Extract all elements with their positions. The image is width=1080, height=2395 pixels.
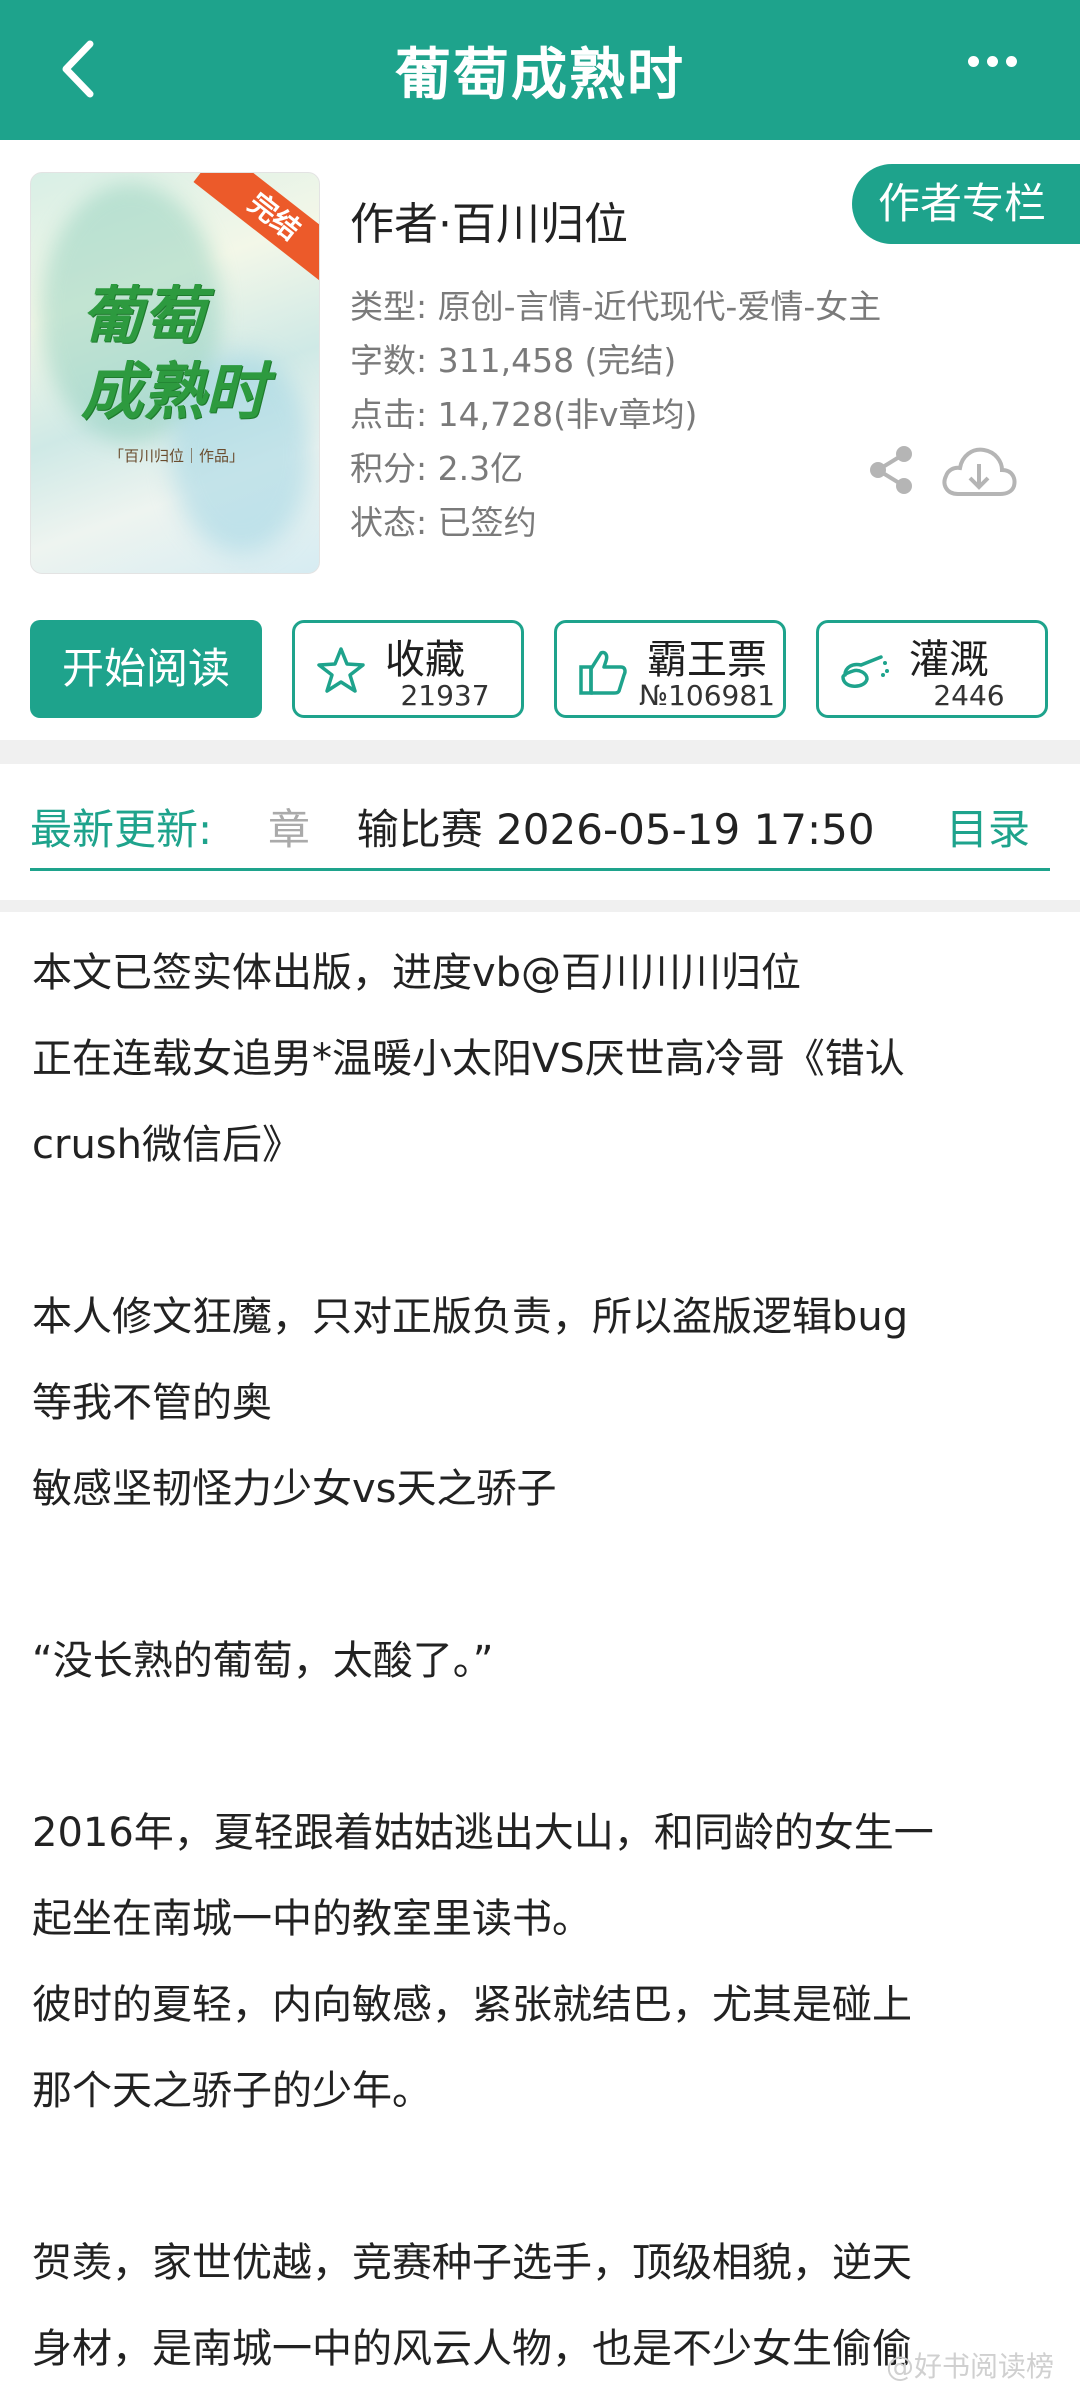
section-divider	[0, 900, 1080, 912]
section-divider	[0, 740, 1080, 764]
share-button[interactable]	[866, 444, 918, 496]
water-button[interactable]: 灌溉 2446	[816, 620, 1048, 718]
synopsis-line: 本人修文狂魔，只对正版负责，所以盗版逻辑bug	[32, 1294, 909, 1340]
vote-count: №106981	[638, 679, 775, 712]
more-button[interactable]	[968, 52, 1028, 82]
synopsis-line: 2016年，夏轻跟着姑姑逃出大山，和同龄的女生一	[32, 1810, 934, 1856]
synopsis-line	[32, 2134, 1052, 2220]
more-icon	[968, 56, 979, 67]
favorite-label: 收藏	[385, 637, 465, 683]
synopsis-line: 敏感坚韧怪力少女vs天之骄子	[32, 1466, 557, 1512]
cover-author-mark: 「百川归位｜作品」	[109, 447, 245, 465]
latest-update-bar[interactable]: 最新更新: 章 输比赛 2026-05-19 17:50 目录	[0, 764, 1080, 900]
app-header: 葡萄成熟时	[0, 0, 1080, 140]
latest-chapter: 输比赛 2026-05-19 17:50	[356, 805, 875, 854]
synopsis-line: 彼时的夏轻，内向敏感，紧张就结巴，尤其是碰上	[32, 1982, 912, 2028]
book-clicks: 点击: 14,728(非v章均)	[350, 395, 698, 434]
synopsis-line: “没长熟的葡萄，太酸了。”	[32, 1638, 494, 1684]
download-button[interactable]	[938, 440, 1020, 506]
book-score: 积分: 2.3亿	[350, 449, 524, 488]
synopsis-line: 起坐在南城一中的教室里读书。	[32, 1896, 592, 1942]
synopsis-line: crush微信后》	[32, 1122, 302, 1168]
latest-update-label: 最新更新:	[30, 805, 213, 854]
book-author[interactable]: 作者·百川归位	[350, 188, 628, 252]
latest-update-partial-char: 章	[268, 805, 311, 854]
thumbs-up-icon	[579, 650, 627, 695]
watering-can-icon	[841, 655, 889, 688]
latest-update-text[interactable]: 章 输比赛 2026-05-19 17:50	[268, 796, 904, 857]
page-title: 葡萄成熟时	[395, 43, 685, 108]
book-meta: 类型: 原创-言情-近代现代-爱情-女主 字数: 311,458 (完结) 点击…	[350, 280, 910, 550]
favorite-button[interactable]: 收藏 21937	[292, 620, 524, 718]
synopsis-line	[32, 1704, 1052, 1790]
synopsis-line: 本文已签实体出版，进度vb@百川川川归位	[32, 950, 802, 996]
update-divider	[30, 868, 1050, 871]
synopsis-line: 等我不管的奥	[32, 1380, 272, 1426]
book-type: 类型: 原创-言情-近代现代-爱情-女主	[350, 287, 882, 326]
cover-title: 葡萄 成熟时	[81, 279, 268, 428]
share-icon	[870, 446, 912, 494]
water-count: 2446	[933, 679, 1005, 712]
synopsis-line: 贺羡，家世优越，竞赛种子选手，顶级相貌，逆天	[32, 2240, 912, 2286]
start-reading-button[interactable]: 开始阅读	[30, 620, 262, 718]
synopsis-line	[32, 1188, 1052, 1274]
watermark: @好书阅读榜	[885, 2350, 1054, 2383]
book-cover[interactable]: 葡萄 成熟时 「百川归位｜作品」 完结	[30, 172, 320, 574]
vote-label: 霸王票	[647, 637, 767, 683]
favorite-count: 21937	[400, 679, 490, 712]
synopsis-line	[32, 1532, 1052, 1618]
star-icon	[317, 647, 365, 693]
download-icon	[942, 447, 1017, 496]
vote-button[interactable]: 霸王票 №106981	[554, 620, 786, 718]
water-label: 灌溉	[909, 637, 989, 683]
synopsis-line: 正在连载女追男*温暖小太阳VS厌世高冷哥《错认	[32, 1036, 905, 1082]
catalog-link[interactable]: 目录	[946, 796, 1030, 857]
author-column-button[interactable]: 作者专栏	[852, 164, 1080, 244]
book-status: 状态: 已签约	[350, 503, 537, 542]
synopsis-line: 那个天之骄子的少年。	[32, 2068, 432, 2114]
book-synopsis: 本文已签实体出版，进度vb@百川川川归位 正在连载女追男*温暖小太阳VS厌世高冷…	[32, 930, 1052, 2392]
book-word-count: 字数: 311,458 (完结)	[350, 341, 677, 380]
book-info-section: 葡萄 成熟时 「百川归位｜作品」 完结 作者·百川归位 作者专栏 类型: 原创-…	[0, 140, 1080, 740]
